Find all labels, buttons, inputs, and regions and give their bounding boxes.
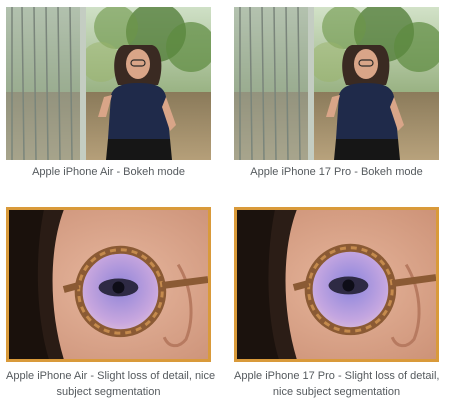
photo-comparison-grid: Apple iPhone Air - Bokeh mode Apple iPho… (0, 0, 450, 408)
caption-closeup-iphone-17-pro: Apple iPhone 17 Pro - Slight loss of det… (234, 368, 439, 400)
caption-line: Apple iPhone 17 Pro - Bokeh mode (250, 166, 423, 178)
closeup-photo-iphone-17-pro[interactable] (234, 207, 439, 362)
caption-closeup-iphone-air: Apple iPhone Air - Slight loss of detail… (6, 368, 216, 400)
portrait-scene-image (6, 7, 211, 160)
caption-bokeh-iphone-17-pro: Apple iPhone 17 Pro - Bokeh mode (234, 164, 439, 180)
eye-closeup-image (237, 210, 436, 359)
caption-line: subject segmentation (56, 386, 161, 398)
caption-bokeh-iphone-air: Apple iPhone Air - Bokeh mode (6, 164, 211, 180)
closeup-photo-iphone-air[interactable] (6, 207, 211, 362)
caption-line: nice subject segmentation (272, 386, 401, 398)
bokeh-photo-iphone-17-pro[interactable] (234, 7, 439, 160)
portrait-scene-image (234, 7, 439, 160)
eye-closeup-image (9, 210, 208, 359)
caption-line: Apple iPhone Air - Slight loss of detail… (6, 370, 216, 382)
caption-line: Apple iPhone 17 Pro - Slight loss of det… (234, 370, 440, 382)
bokeh-photo-iphone-air[interactable] (6, 7, 211, 160)
caption-line: Apple iPhone Air - Bokeh mode (32, 166, 185, 178)
